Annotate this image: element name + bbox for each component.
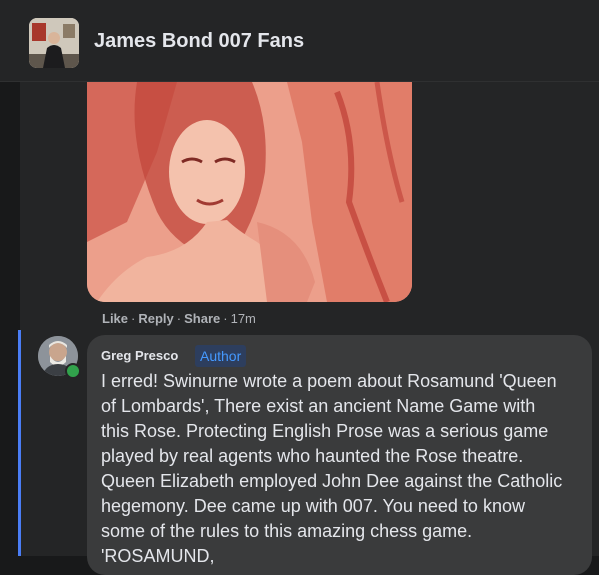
separator: · [176, 311, 182, 326]
reply-button[interactable]: Reply [138, 311, 173, 326]
separator: · [131, 311, 136, 326]
like-button[interactable]: Like [102, 311, 128, 326]
separator: · [223, 311, 228, 326]
author-badge: Author [195, 345, 247, 367]
comment-line: some of the rules to this amazing chess … [101, 521, 473, 541]
timestamp[interactable]: 17m [231, 311, 256, 326]
online-status-dot [65, 363, 81, 379]
comment-line: hegemony. Dee came up with 007. You need… [101, 496, 525, 516]
group-header: James Bond 007 Fans [0, 0, 599, 82]
post-actions: Like · Reply · Share · 17m [102, 311, 256, 326]
comment-text: I erred! Swinurne wrote a poem about Ros… [101, 369, 583, 569]
post-photo[interactable] [87, 82, 412, 302]
comment-author-name[interactable]: Greg Presco [101, 348, 178, 363]
group-avatar-image [29, 18, 79, 68]
thread-line [18, 330, 21, 556]
group-title[interactable]: James Bond 007 Fans [94, 30, 304, 53]
group-avatar[interactable] [29, 18, 79, 68]
comment-line: I erred! Swinurne wrote a poem about Ros… [101, 371, 557, 391]
comment-line: played by real agents who haunted the Ro… [101, 446, 524, 466]
share-button[interactable]: Share [184, 311, 220, 326]
comment-line: Queen Elizabeth employed John Dee agains… [101, 471, 563, 491]
comment-line: this Rose. Protecting English Prose was … [101, 421, 549, 441]
left-rail [0, 82, 20, 556]
comment-line: 'ROSAMUND, [101, 546, 215, 566]
post-photo-image [87, 82, 412, 302]
comment-line: of Lombards', There exist an ancient Nam… [101, 396, 536, 416]
